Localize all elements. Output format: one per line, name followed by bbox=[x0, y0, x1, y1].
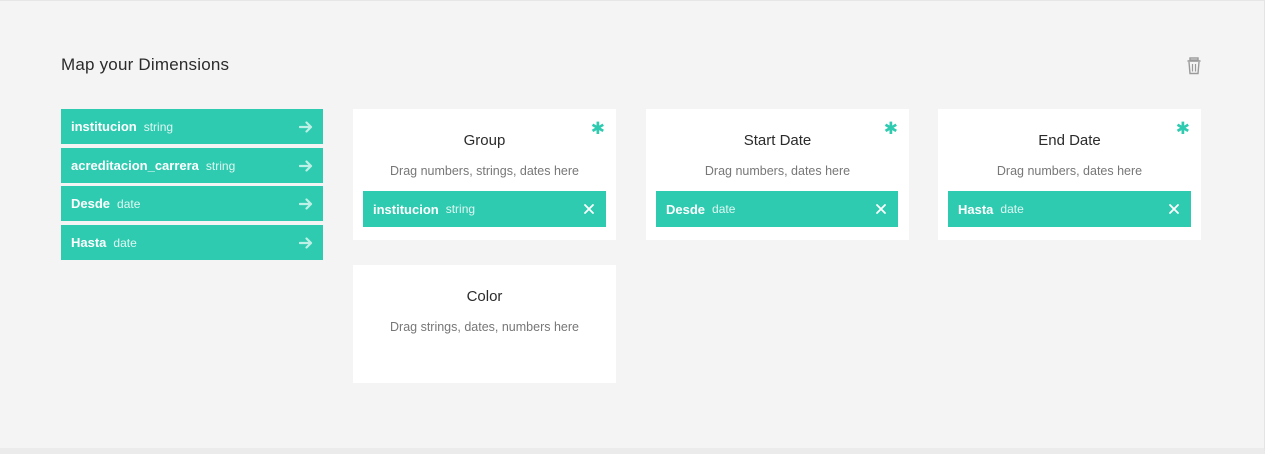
dimension-item-desde[interactable]: Desde date bbox=[61, 186, 323, 221]
card-title: Color bbox=[466, 288, 503, 305]
required-asterisk-icon: ✱ bbox=[883, 119, 898, 138]
card-title: Start Date bbox=[743, 132, 812, 149]
arrow-right-icon bbox=[299, 160, 313, 172]
drop-hint: Drag numbers, dates here bbox=[704, 164, 851, 178]
dimension-type: date bbox=[117, 196, 141, 211]
arrow-right-icon bbox=[299, 237, 313, 249]
end-date-card[interactable]: End Date ✱ Drag numbers, dates here Hast… bbox=[938, 109, 1201, 240]
chip-name: institucion bbox=[373, 201, 439, 217]
trash-icon[interactable] bbox=[1186, 57, 1202, 75]
assigned-dimension-chip[interactable]: Hasta date bbox=[948, 191, 1191, 227]
drop-hint: Drag numbers, dates here bbox=[996, 164, 1143, 178]
card-title: End Date bbox=[1038, 132, 1101, 149]
dimension-type: string bbox=[143, 119, 174, 134]
dimension-item-acreditacion-carrera[interactable]: acreditacion_carrera string bbox=[61, 148, 323, 183]
group-card[interactable]: Group ✱ Drag numbers, strings, dates her… bbox=[353, 109, 616, 240]
dimension-type: string bbox=[205, 158, 236, 173]
assigned-dimension-chip[interactable]: Desde date bbox=[656, 191, 898, 227]
dimension-name: institucion bbox=[71, 119, 137, 134]
chip-type: string bbox=[445, 202, 476, 216]
arrow-right-icon bbox=[299, 198, 313, 210]
dimension-item-hasta[interactable]: Hasta date bbox=[61, 225, 323, 260]
dimension-item-institucion[interactable]: institucion string bbox=[61, 109, 323, 144]
chip-name: Hasta bbox=[958, 201, 994, 217]
arrow-right-icon bbox=[299, 121, 313, 133]
assigned-dimension-chip[interactable]: institucion string bbox=[363, 191, 606, 227]
page-title: Map your Dimensions bbox=[61, 55, 230, 74]
chip-name: Desde bbox=[666, 201, 706, 217]
close-icon[interactable] bbox=[582, 202, 596, 216]
required-asterisk-icon: ✱ bbox=[1175, 119, 1190, 138]
dimension-name: acreditacion_carrera bbox=[71, 158, 199, 173]
drop-hint: Drag strings, dates, numbers here bbox=[390, 320, 579, 334]
color-card[interactable]: Color Drag strings, dates, numbers here bbox=[353, 265, 616, 383]
card-title: Group bbox=[463, 132, 506, 149]
start-date-card[interactable]: Start Date ✱ Drag numbers, dates here De… bbox=[646, 109, 909, 240]
required-asterisk-icon: ✱ bbox=[590, 119, 605, 138]
chip-type: date bbox=[1000, 202, 1024, 216]
close-icon[interactable] bbox=[1167, 202, 1181, 216]
close-icon[interactable] bbox=[874, 202, 888, 216]
dimension-name: Desde bbox=[71, 196, 111, 211]
drop-hint: Drag numbers, strings, dates here bbox=[390, 164, 579, 178]
chip-type: date bbox=[712, 202, 736, 216]
dimension-type: date bbox=[113, 235, 137, 250]
dimension-name: Hasta bbox=[71, 235, 107, 250]
